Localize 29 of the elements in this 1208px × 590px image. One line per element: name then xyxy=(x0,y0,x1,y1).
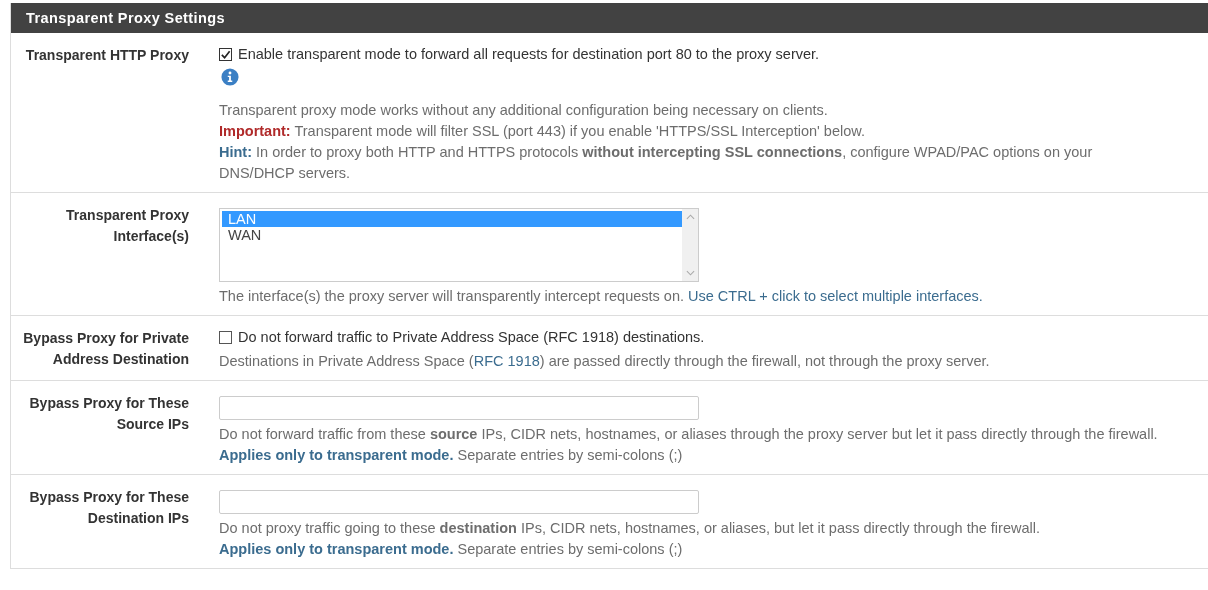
help-text: The interface(s) the proxy server will transparently intercept requests on. Use CTRL + click to select multiple interfaces. xyxy=(219,287,983,306)
help-text: Hint: In order to proxy both HTTP and HTTPS protocols without intercepting SSL connections, configure WPAD/PAC options on your DNS/DHCP servers. xyxy=(219,143,1094,183)
help-link[interactable]: RFC 1918 xyxy=(473,353,540,369)
field-label: Bypass Proxy for These Source IPs xyxy=(28,394,189,434)
help-text: Important: Transparent mode will filter SSL (port 443) if you enable 'HTTPS/SSL Interception' below. xyxy=(219,122,866,141)
help-text: Do not forward traffic from these source IPs, CIDR nets, hostnames, or aliases through the proxy server but let it pass directly through the firewall. xyxy=(219,425,1158,444)
field-label: Transparent Proxy Interface(s) xyxy=(65,206,189,246)
checkbox[interactable] xyxy=(219,331,232,344)
scrollbar[interactable] xyxy=(682,209,698,281)
scroll-up-icon[interactable] xyxy=(685,214,695,220)
field-label: Bypass Proxy for These Destination IPs xyxy=(28,488,189,528)
input-field[interactable] xyxy=(219,396,699,420)
panel-title: Transparent Proxy Settings xyxy=(26,10,225,26)
help-text: Applies only to transparent mode. Separate entries by semi-colons (;) xyxy=(219,446,684,465)
input-field[interactable] xyxy=(219,490,699,514)
help-link[interactable]: Use CTRL + click to select multiple interfaces. xyxy=(688,288,983,304)
info-icon[interactable] xyxy=(221,68,239,86)
field-label: Transparent HTTP Proxy xyxy=(24,46,189,65)
checkbox[interactable] xyxy=(219,48,232,61)
help-text: Destinations in Private Address Space (RFC 1918) are passed directly through the firewall, not through the proxy server. xyxy=(219,352,990,371)
checkbox-label: Enable transparent mode to forward all requests for destination port 80 to the proxy server. xyxy=(238,45,820,64)
field-label: Bypass Proxy for Private Address Destination xyxy=(22,329,189,369)
help-text: Do not proxy traffic going to these destination IPs, CIDR nets, hostnames, or aliases, but let it pass directly through the firewall. xyxy=(219,519,1040,538)
help-text: Applies only to transparent mode. Separate entries by semi-colons (;) xyxy=(219,540,684,559)
interface-listbox[interactable]: LAN WAN xyxy=(219,208,699,282)
list-option[interactable]: WAN xyxy=(222,227,682,243)
checkbox-label: Do not forward traffic to Private Address Space (RFC 1918) destinations. xyxy=(238,328,705,347)
help-text: Transparent proxy mode works without any additional configuration being necessary on clients. xyxy=(219,101,829,120)
scroll-down-icon[interactable] xyxy=(685,270,695,276)
